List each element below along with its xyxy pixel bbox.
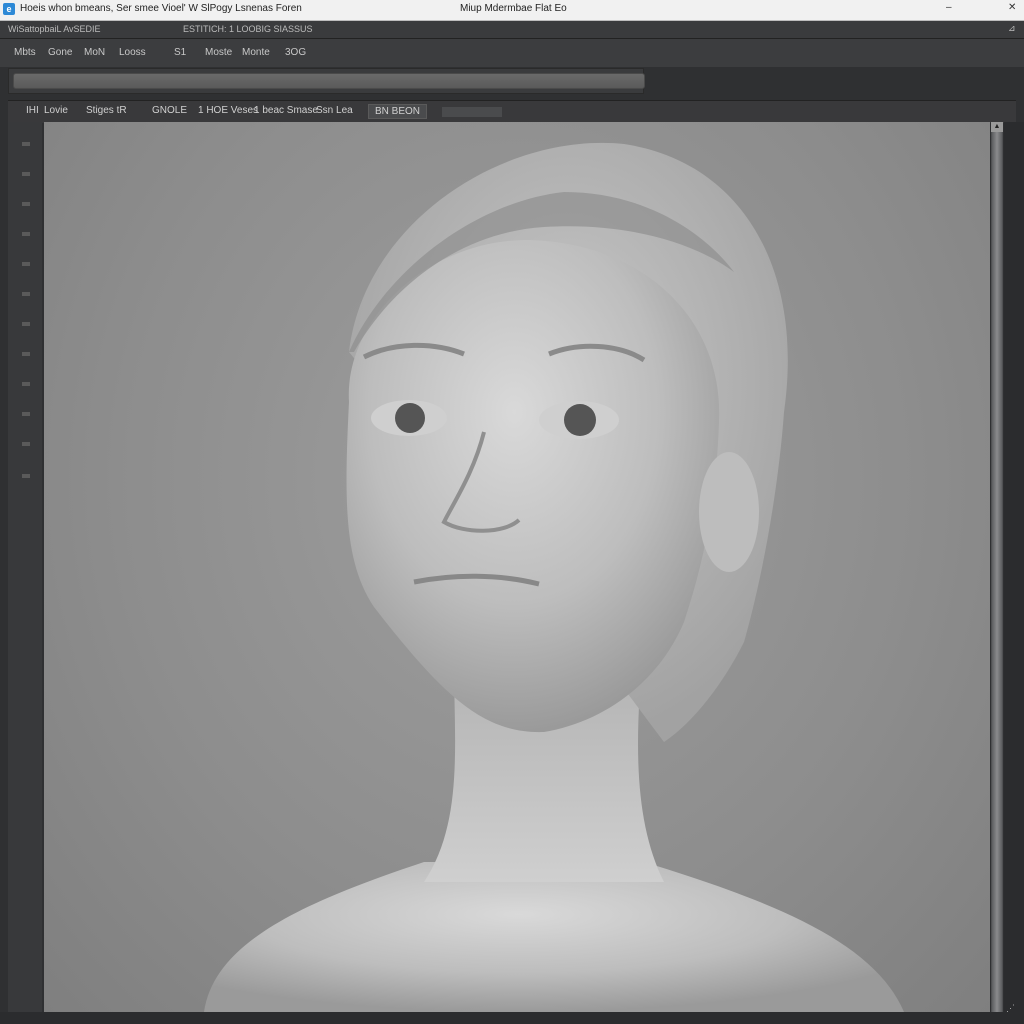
menu-item-6[interactable]: Moste <box>203 47 234 58</box>
tool-marker[interactable] <box>22 322 30 326</box>
tool-marker[interactable] <box>22 202 30 206</box>
tab-4[interactable]: GNOLE <box>152 105 187 116</box>
tool-marker[interactable] <box>22 352 30 356</box>
menu-item-8[interactable]: 3OG <box>283 47 308 58</box>
tool-marker[interactable] <box>22 142 30 146</box>
window-titlebar: e Hoeis whon bmeans, Ser smee Vioel' W S… <box>0 0 1024 21</box>
tab-1[interactable]: IHI <box>26 105 39 116</box>
tab-empty-slot[interactable] <box>442 107 502 117</box>
document-name: WiSattopbaiL AvSEDIE <box>8 24 101 34</box>
menu-item-4[interactable]: Looss <box>117 47 148 58</box>
search-input[interactable] <box>13 73 645 89</box>
tab-6[interactable]: 1 beac Smase <box>254 105 318 116</box>
document-status: ESTITICH: 1 LOOBIG SIASSUS <box>183 24 313 34</box>
shoulders-shape <box>204 862 904 1012</box>
app-icon: e <box>3 3 15 15</box>
scroll-up-icon[interactable]: ▲ <box>991 122 1003 132</box>
search-bar <box>8 68 645 94</box>
tab-5[interactable]: 1 HOE Veses <box>198 105 258 116</box>
menu-item-2[interactable]: Gone <box>46 47 74 58</box>
vertical-scrollbar[interactable]: ▲ <box>991 122 1003 1012</box>
pin-icon[interactable]: ⊿ <box>1008 23 1016 34</box>
tool-marker[interactable] <box>22 232 30 236</box>
tool-marker[interactable] <box>22 382 30 386</box>
tool-marker[interactable] <box>22 292 30 296</box>
menu-item-3[interactable]: MoN <box>82 47 107 58</box>
window-subtitle: Miup Mdermbae Flat Eo <box>460 3 567 14</box>
menu-item-5[interactable]: S1 <box>172 47 188 58</box>
tab-7[interactable]: Ssn Lea <box>316 105 353 116</box>
tool-marker[interactable] <box>22 474 30 478</box>
close-icon[interactable]: ✕ <box>1008 2 1016 13</box>
tool-marker[interactable] <box>22 172 30 176</box>
3d-viewport[interactable] <box>44 122 990 1012</box>
tool-marker[interactable] <box>22 442 30 446</box>
tab-8[interactable]: BN BEON <box>368 104 428 119</box>
resize-corner-icon[interactable]: ⋰ <box>1006 1003 1015 1014</box>
menu-bar: Mbts Gone MoN Looss S1 Moste Monte 3OG <box>0 39 1024 67</box>
viewport-tab-bar: IHI Lovie Stiges tR GNOLE 1 HOE Veses 1 … <box>8 100 1016 123</box>
right-edge-rail <box>1004 122 1024 1024</box>
document-info-bar: WiSattopbaiL AvSEDIE ESTITICH: 1 LOOBIG … <box>0 21 1024 39</box>
left-iris <box>395 403 425 433</box>
face-shape <box>346 240 720 733</box>
tab-3[interactable]: Stiges tR <box>86 105 127 116</box>
tool-marker[interactable] <box>22 262 30 266</box>
bottom-status-bar <box>0 1012 1004 1024</box>
right-iris <box>564 404 596 436</box>
scrollbar-thumb[interactable] <box>992 122 1002 1012</box>
tool-marker[interactable] <box>22 412 30 416</box>
menu-item-1[interactable]: Mbts <box>12 47 38 58</box>
window-title: Hoeis whon bmeans, Ser smee Vioel' W SlP… <box>20 3 302 14</box>
tab-2[interactable]: Lovie <box>44 105 68 116</box>
rendered-head-model <box>204 142 904 1012</box>
ear-shape <box>699 452 759 572</box>
menu-item-7[interactable]: Monte <box>240 47 272 58</box>
minimize-icon[interactable]: – <box>946 2 952 13</box>
left-tool-gutter <box>8 122 42 1012</box>
